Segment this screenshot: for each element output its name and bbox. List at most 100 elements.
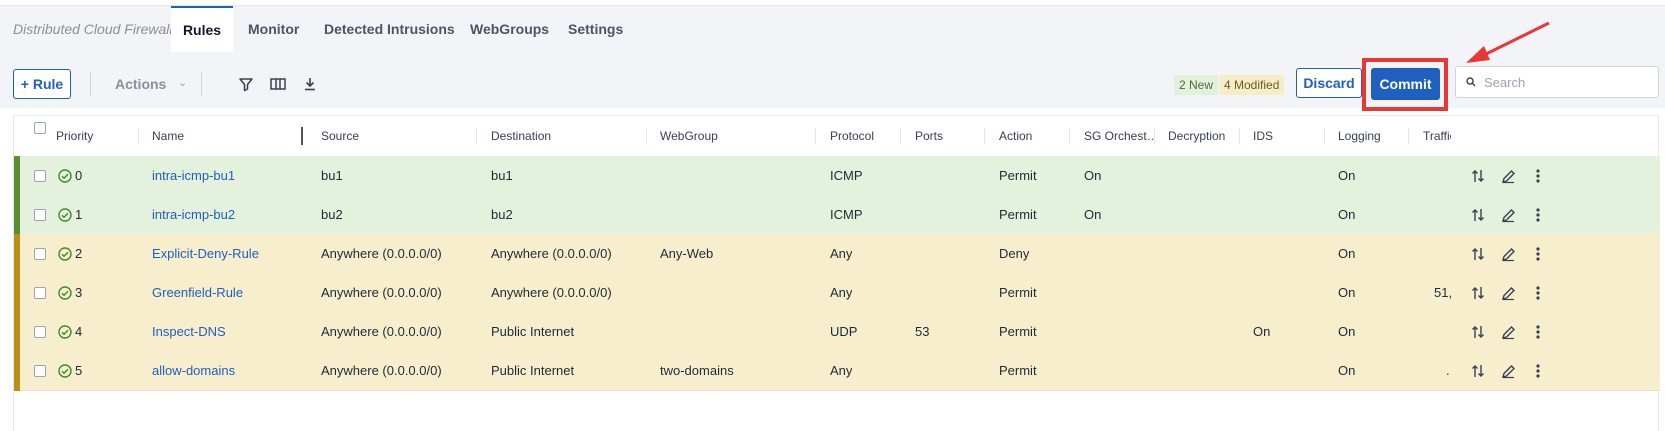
reorder-icon[interactable] [1469,206,1487,224]
edit-icon[interactable] [1499,245,1517,263]
column-header-webgroup[interactable]: WebGroup [660,129,718,143]
rule-name-link[interactable]: intra-icmp-bu1 [152,168,235,183]
row-checkbox[interactable] [34,170,46,182]
tab-monitor[interactable]: Monitor [248,6,299,52]
logging-cell: On [1338,207,1356,222]
column-divider[interactable] [1324,128,1325,144]
check-circle-icon [58,169,72,183]
protocol-cell: Any [830,285,853,300]
webgroup-cell: Any-Web [660,246,714,261]
new-status-bar [14,156,20,196]
reorder-icon[interactable] [1469,245,1487,263]
action-cell: Permit [999,285,1037,300]
edit-icon[interactable] [1499,284,1517,302]
tab-detected-intrusions[interactable]: Detected Intrusions [324,6,455,52]
filter-icon[interactable] [235,73,257,95]
protocol-cell: Any [830,363,853,378]
logging-cell: On [1338,246,1356,261]
column-divider[interactable] [138,128,139,144]
column-header-source[interactable]: Source [321,129,359,143]
priority-cell: 4 [75,324,83,339]
column-resize-handle[interactable] [301,127,303,145]
edit-icon[interactable] [1499,323,1517,341]
rule-name-link[interactable]: Explicit-Deny-Rule [152,246,259,261]
modified-status-bar [14,312,20,352]
more-options-icon[interactable] [1529,362,1547,380]
modified-count-badge: 4 Modified [1219,75,1285,95]
column-divider[interactable] [1154,128,1155,144]
column-divider[interactable] [1069,128,1070,144]
column-header-action[interactable]: Action [999,129,1032,143]
toolbar: + Rule Actions ⌄ 2 New 4 Modified Discar… [0,52,1665,111]
row-checkbox[interactable] [34,209,46,221]
rule-name-link[interactable]: Greenfield-Rule [152,285,243,300]
modified-status-bar [14,351,20,391]
table-row[interactable]: 2 Explicit-Deny-Rule Anywhere (0.0.0.0/0… [14,234,1660,274]
table-row[interactable]: 4 Inspect-DNS Anywhere (0.0.0.0/0) Publi… [14,312,1660,352]
actions-menu[interactable]: Actions [115,76,166,92]
table-row[interactable]: 3 Greenfield-Rule Anywhere (0.0.0.0/0) A… [14,273,1660,313]
column-header-priority[interactable]: Priority [56,129,93,143]
chevron-down-icon[interactable]: ⌄ [178,76,187,89]
source-cell: bu1 [321,168,343,183]
commit-button[interactable]: Commit [1371,68,1440,100]
reorder-icon[interactable] [1469,284,1487,302]
rule-name-link[interactable]: Inspect-DNS [152,324,226,339]
column-header-traffic[interactable]: Traffic [1423,129,1451,143]
edit-icon[interactable] [1499,167,1517,185]
column-header-ids[interactable]: IDS [1253,129,1273,143]
column-header-ports[interactable]: Ports [915,129,943,143]
source-cell: bu2 [321,207,343,222]
add-rule-button[interactable]: + Rule [13,69,71,99]
reorder-icon[interactable] [1469,167,1487,185]
discard-button[interactable]: Discard [1296,68,1362,98]
reorder-icon[interactable] [1469,323,1487,341]
column-divider[interactable] [984,128,985,144]
row-checkbox[interactable] [34,287,46,299]
reorder-icon[interactable] [1469,362,1487,380]
more-options-icon[interactable] [1529,284,1547,302]
table-row[interactable]: 0 intra-icmp-bu1 bu1 bu1 ICMP Permit On … [14,156,1660,196]
column-header-sg-orchestration[interactable]: SG Orchest… [1084,129,1154,143]
column-header-name[interactable]: Name [152,129,184,143]
column-header-decryption[interactable]: Decryption [1168,129,1225,143]
column-divider[interactable] [1408,128,1409,144]
table-row[interactable]: 5 allow-domains Anywhere (0.0.0.0/0) Pub… [14,351,1660,391]
download-icon[interactable] [299,73,321,95]
row-checkbox[interactable] [34,248,46,260]
more-options-icon[interactable] [1529,206,1547,224]
table-row[interactable]: 1 intra-icmp-bu2 bu2 bu2 ICMP Permit On … [14,195,1660,235]
edit-icon[interactable] [1499,206,1517,224]
toolbar-divider [201,72,202,96]
more-options-icon[interactable] [1529,167,1547,185]
column-divider[interactable] [476,128,477,144]
select-all-checkbox[interactable] [34,122,46,134]
logging-cell: On [1338,324,1356,339]
column-divider[interactable] [900,128,901,144]
column-divider[interactable] [1239,128,1240,144]
column-header-protocol[interactable]: Protocol [830,129,874,143]
columns-icon[interactable] [267,73,289,95]
protocol-cell: UDP [830,324,858,339]
tab-webgroups[interactable]: WebGroups [470,6,549,52]
more-options-icon[interactable] [1529,245,1547,263]
rule-name-link[interactable]: allow-domains [152,363,235,378]
row-checkbox[interactable] [34,326,46,338]
search-icon [1466,77,1476,87]
row-checkbox[interactable] [34,365,46,377]
destination-cell: Public Internet [491,324,575,339]
tab-rules[interactable]: Rules [171,6,233,52]
more-options-icon[interactable] [1529,323,1547,341]
column-header-destination[interactable]: Destination [491,129,551,143]
column-header-logging[interactable]: Logging [1338,129,1381,143]
rule-name-link[interactable]: intra-icmp-bu2 [152,207,235,222]
column-divider[interactable] [815,128,816,144]
tab-settings[interactable]: Settings [568,6,623,52]
search-box[interactable] [1455,66,1659,98]
column-divider[interactable] [646,128,647,144]
action-cell: Permit [999,207,1037,222]
edit-icon[interactable] [1499,362,1517,380]
action-cell: Permit [999,168,1037,183]
search-input[interactable] [1482,73,1656,91]
new-count-badge: 2 New [1174,75,1219,95]
